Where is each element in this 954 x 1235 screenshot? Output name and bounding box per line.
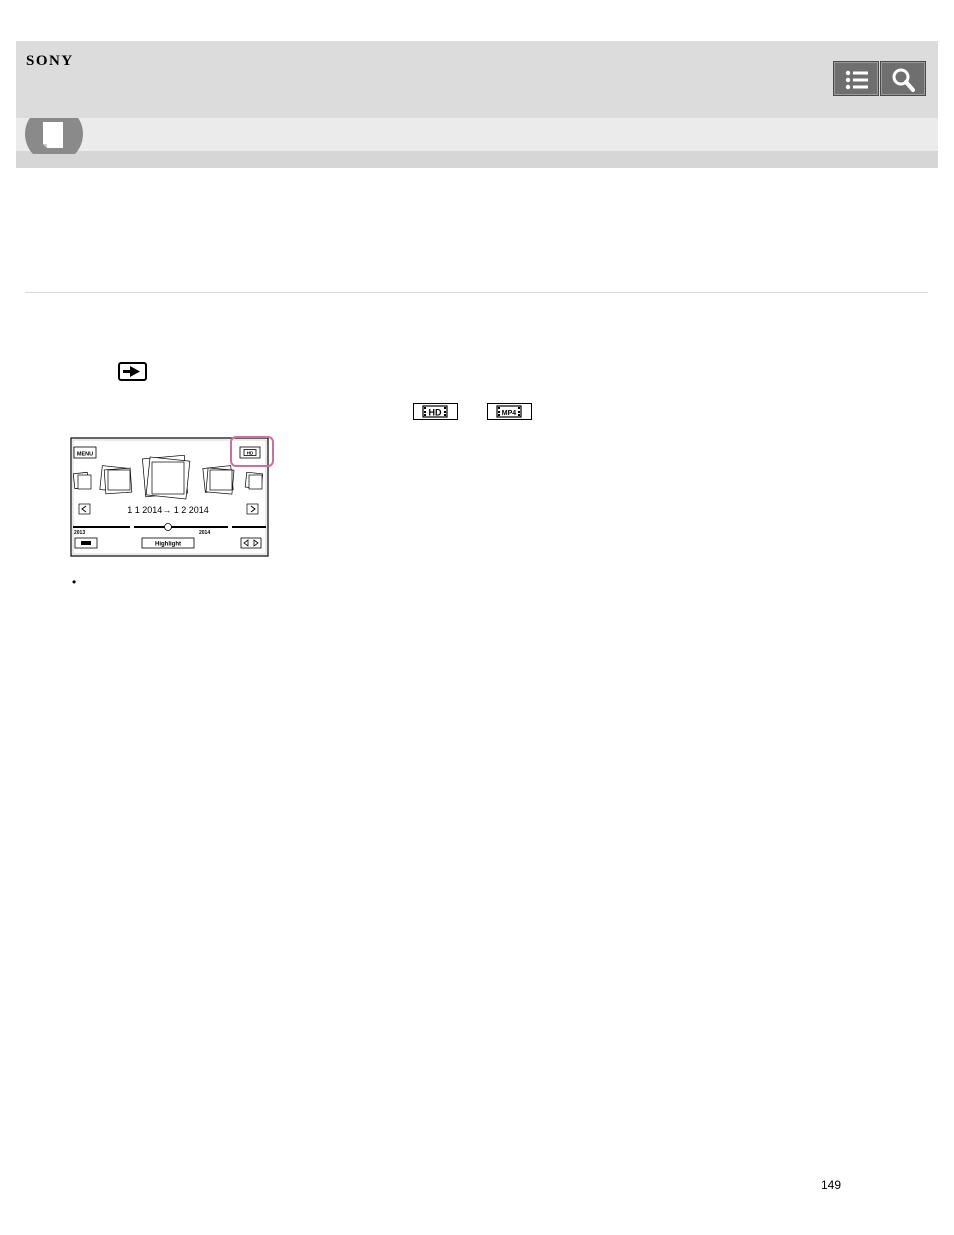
section-band-lower [16,151,938,168]
date-range: 1 1 2014→ 1 2 2014 [127,505,209,515]
svg-text:MP4: MP4 [502,410,517,417]
timeline-end: 2014 [199,530,210,536]
content-divider [25,292,928,293]
page-number: 149 [821,1178,842,1192]
book-icon [25,118,83,154]
menu-label: MENU [77,452,93,458]
camcorder-screen-illustration: MENU HD 1 1 2014→ 1 2 2014 2013 2014 Hig… [70,436,274,557]
highlight-label: Highlight [155,542,181,548]
site-header: SONY [16,41,938,118]
format-indicator: HD [247,451,254,456]
section-band [16,118,938,151]
sony-logo: SONY [26,53,74,69]
timeline-start: 2013 [74,530,85,536]
hd-format-icon: HD [413,403,458,420]
play-mode-icon [118,362,147,381]
list-icon [845,70,868,90]
mp4-format-icon: MP4 [487,403,532,420]
search-button[interactable] [880,61,926,96]
contents-list-button[interactable] [833,61,879,96]
search-icon [892,68,915,92]
list-bullet: • [72,575,77,589]
svg-text:HD: HD [429,408,442,418]
